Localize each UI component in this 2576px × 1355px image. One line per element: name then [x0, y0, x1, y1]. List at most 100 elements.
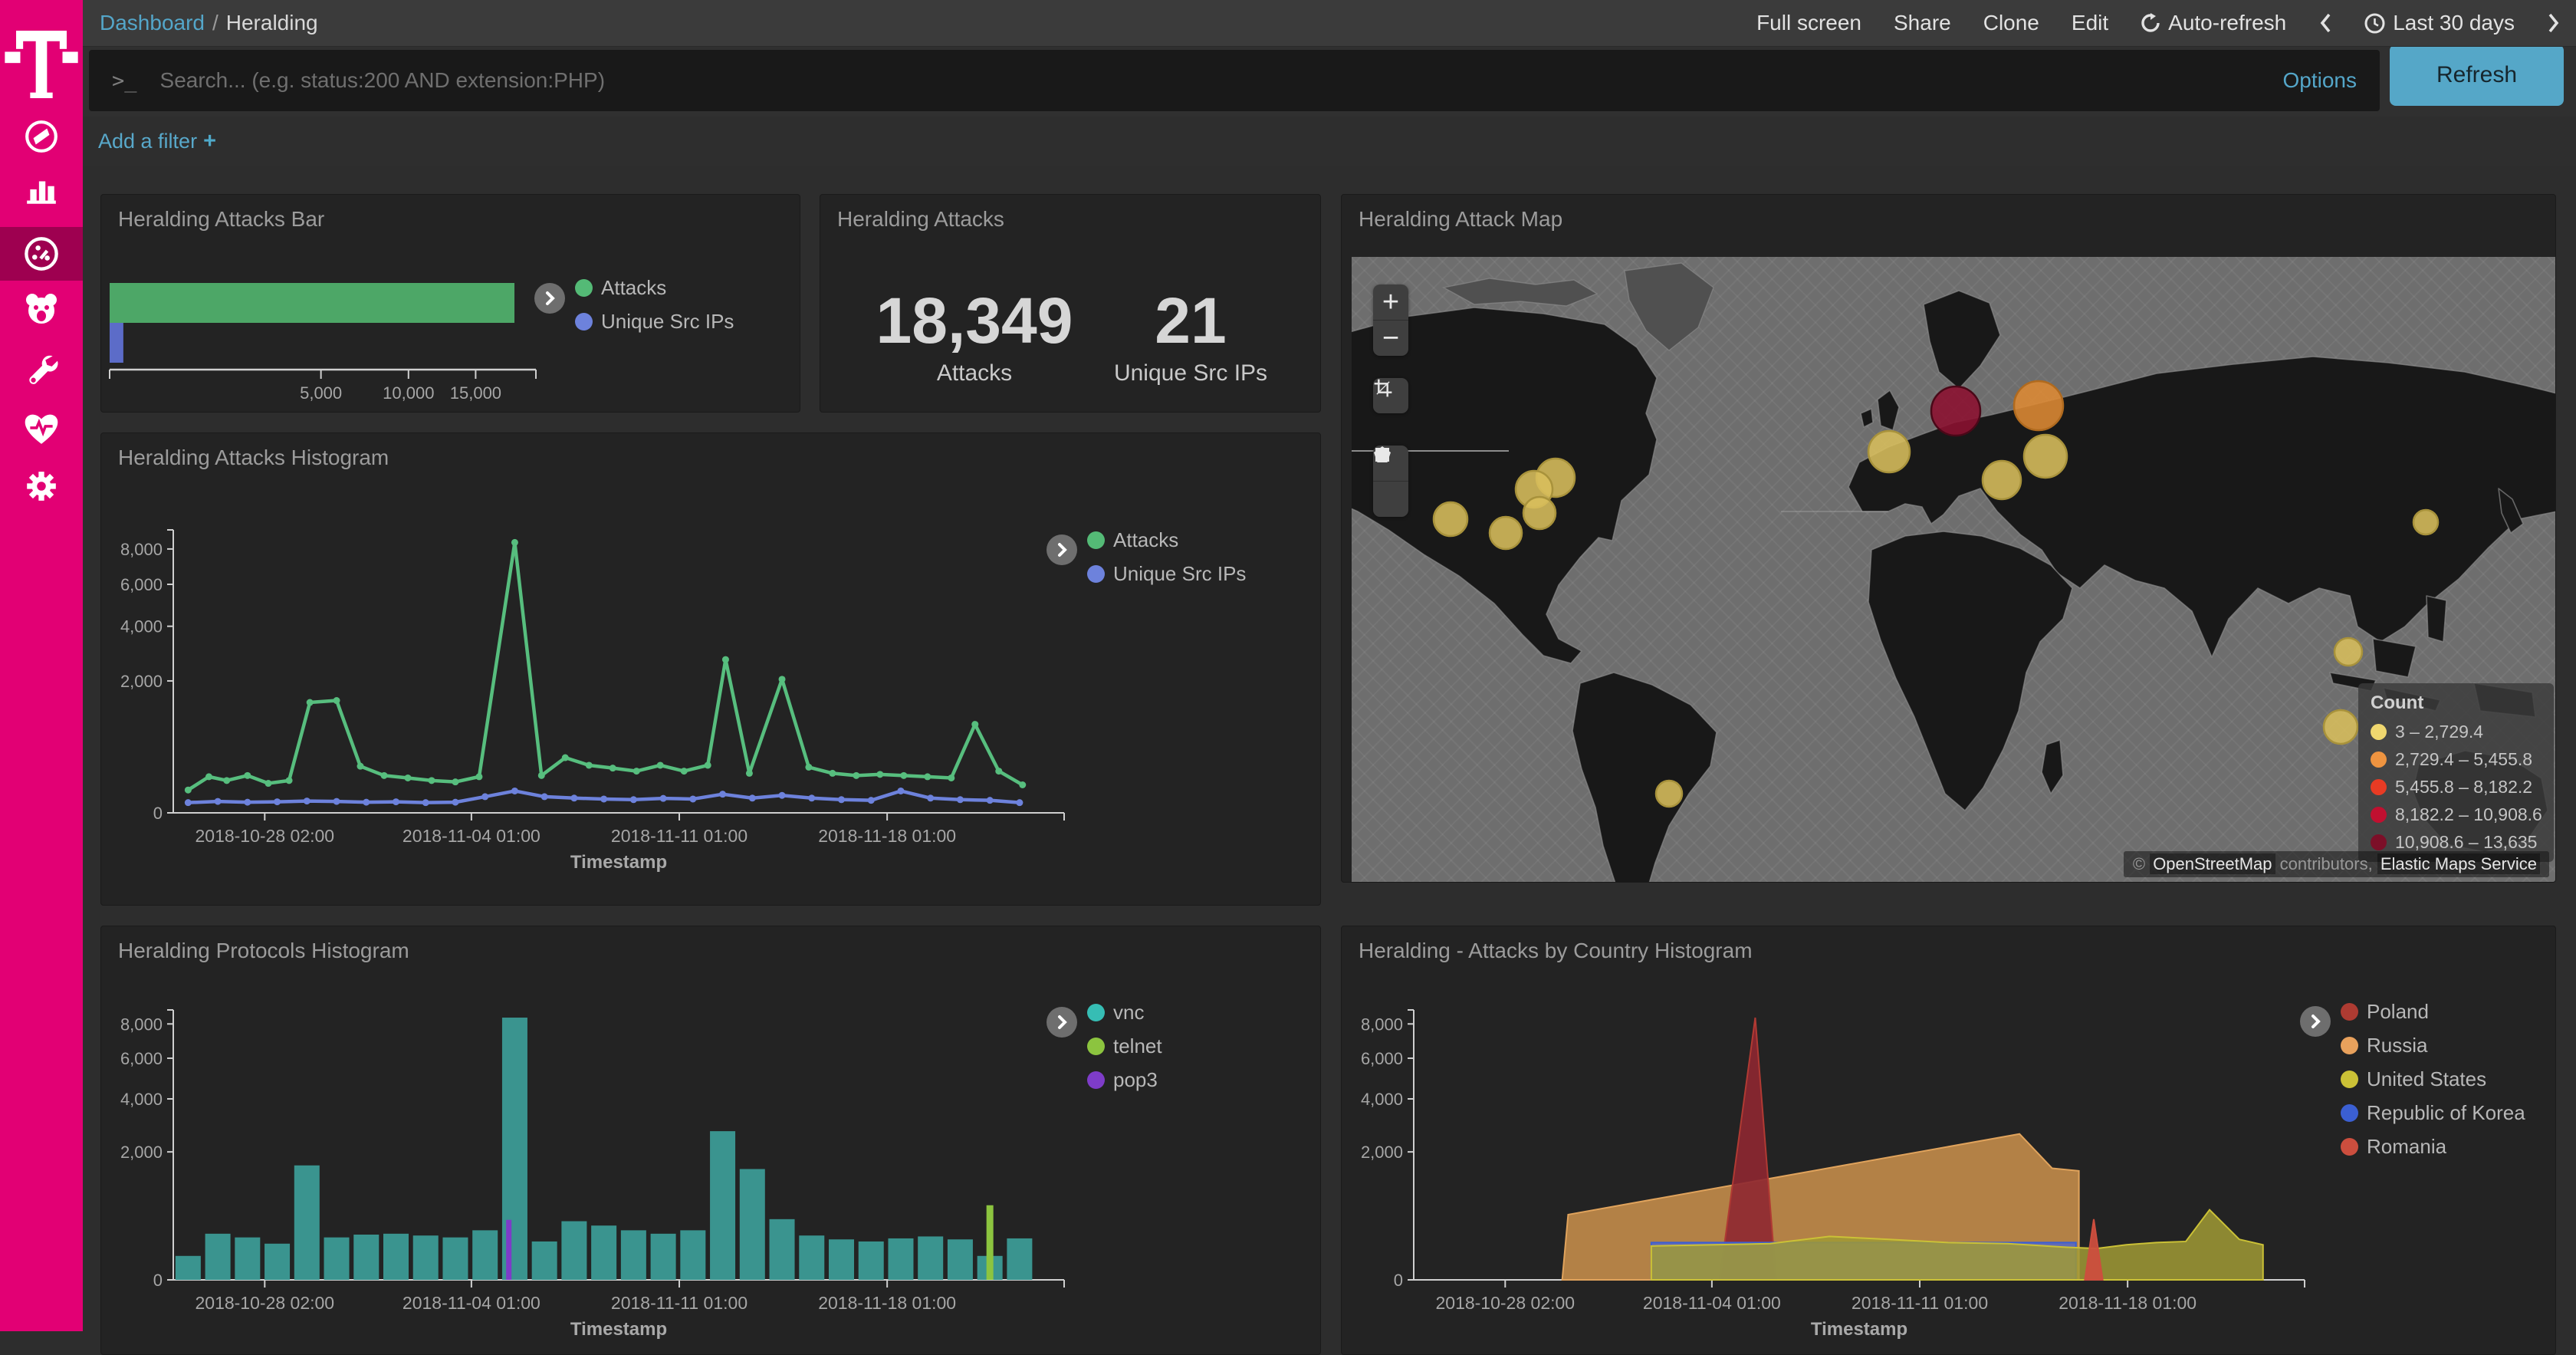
attack-bubble[interactable] — [1523, 497, 1556, 529]
full-screen-button[interactable]: Full screen — [1756, 11, 1861, 35]
attack-bubble[interactable] — [1434, 502, 1467, 536]
attack-bubble[interactable] — [2413, 510, 2438, 534]
svg-text:2,000: 2,000 — [1361, 1143, 1403, 1162]
attack-bubble[interactable] — [1931, 386, 1980, 436]
legend-label: Poland — [2367, 1000, 2429, 1024]
data-point — [223, 777, 230, 784]
sidebar-item-discover[interactable] — [0, 110, 83, 163]
bar — [987, 1205, 994, 1280]
legend-toggle-button[interactable] — [1046, 1007, 1077, 1038]
data-point — [957, 796, 964, 803]
breadcrumb-separator: / — [212, 11, 219, 35]
openstreetmap-link[interactable]: OpenStreetMap — [2150, 853, 2275, 874]
data-point — [264, 780, 271, 787]
sidebar-item-management[interactable] — [0, 460, 83, 512]
svg-text:2018-11-18 01:00: 2018-11-18 01:00 — [818, 1293, 956, 1313]
legend-item[interactable]: Russia — [2341, 1034, 2525, 1057]
attack-bubble[interactable] — [2334, 638, 2362, 666]
bar — [591, 1225, 616, 1280]
legend-toggle-button[interactable] — [2300, 1006, 2331, 1037]
legend-item[interactable]: 5,455.8 – 8,182.2 — [2371, 777, 2542, 798]
attack-bubble[interactable] — [1983, 461, 2021, 499]
sidebar-item-visualize[interactable] — [0, 165, 83, 217]
sidebar-item-dev-tools[interactable] — [0, 342, 83, 394]
breadcrumb-dashboard-link[interactable]: Dashboard — [100, 11, 205, 35]
auto-refresh-button[interactable]: Auto-refresh — [2141, 11, 2286, 35]
search-input[interactable] — [159, 67, 2268, 94]
attacks-line-chart[interactable]: 02,0004,0006,0008,0002018-10-28 02:00201… — [101, 433, 1321, 906]
zoom-out-button[interactable]: − — [1373, 320, 1408, 356]
attack-bubble[interactable] — [1490, 517, 1522, 549]
sidebar-item-monitoring[interactable] — [0, 403, 83, 455]
attack-bubble[interactable] — [2014, 381, 2063, 430]
legend-item[interactable]: pop3 — [1087, 1068, 1162, 1092]
world-map[interactable]: + − Cou — [1352, 257, 2556, 883]
legend-item[interactable]: telnet — [1087, 1034, 1162, 1058]
attack-bubble[interactable] — [1656, 781, 1682, 807]
legend-color-dot — [2371, 807, 2387, 823]
query-options-link[interactable]: Options — [2283, 68, 2358, 93]
legend-item[interactable]: Attacks — [1087, 528, 1246, 552]
map-count-legend: Count 3 – 2,729.42,729.4 – 5,455.85,455.… — [2358, 683, 2554, 862]
data-point — [900, 772, 907, 779]
legend-item[interactable]: 3 – 2,729.4 — [2371, 722, 2542, 742]
clock-icon — [2364, 13, 2385, 34]
svg-text:2,000: 2,000 — [120, 672, 163, 691]
draw-rectangle-button[interactable] — [1373, 481, 1408, 517]
legend-color-dot — [2341, 1138, 2358, 1156]
zoom-in-button[interactable]: + — [1373, 284, 1408, 320]
legend-item[interactable]: Romania — [2341, 1135, 2525, 1159]
attack-bubble[interactable] — [2324, 710, 2358, 744]
legend-item[interactable]: 8,182.2 – 10,908.6 — [2371, 804, 2542, 825]
chevron-right-icon — [2307, 1013, 2324, 1030]
legend-item[interactable]: Unique Src IPs — [575, 310, 734, 334]
legend-item[interactable]: Unique Src IPs — [1087, 562, 1246, 586]
elastic-maps-service-link[interactable]: Elastic Maps Service — [2377, 853, 2540, 874]
edit-button[interactable]: Edit — [2072, 11, 2108, 35]
data-point — [948, 775, 955, 781]
search-box[interactable]: >_ Options — [89, 50, 2380, 111]
refresh-button[interactable]: Refresh — [2390, 44, 2564, 106]
legend-item[interactable]: 10,908.6 – 13,635 — [2371, 832, 2542, 853]
metric-value: 21 — [1076, 285, 1306, 356]
panel-title: Heralding Attacks Histogram — [118, 446, 389, 470]
bar — [383, 1234, 409, 1280]
attack-bubble[interactable] — [2024, 435, 2067, 478]
legend-item[interactable]: Attacks — [575, 276, 734, 300]
clone-button[interactable]: Clone — [1983, 11, 2039, 35]
wrench-icon — [24, 350, 59, 386]
add-filter-button[interactable]: Add a filter+ — [98, 129, 216, 154]
legend-label: Republic of Korea — [2367, 1101, 2525, 1125]
data-point — [705, 761, 711, 768]
bear-icon — [23, 292, 60, 326]
share-button[interactable]: Share — [1894, 11, 1951, 35]
metric-value: 18,349 — [859, 285, 1089, 356]
legend-label: United States — [2367, 1067, 2486, 1091]
refresh-cycle-icon — [2141, 13, 2160, 33]
data-point — [897, 788, 904, 794]
sidebar-item-timelion[interactable] — [0, 283, 83, 335]
protocols-bar-chart[interactable]: 02,0004,0006,0008,0002018-10-28 02:00201… — [101, 926, 1321, 1355]
crop-fit-button[interactable] — [1373, 378, 1408, 413]
svg-text:2018-11-11 01:00: 2018-11-11 01:00 — [611, 826, 748, 846]
legend-item[interactable]: 2,729.4 – 5,455.8 — [2371, 749, 2542, 770]
legend-toggle-button[interactable] — [534, 283, 565, 314]
legend-toggle-button[interactable] — [1046, 534, 1077, 565]
time-range-back-button[interactable] — [2318, 12, 2332, 34]
sidebar-item-dashboard[interactable] — [0, 227, 83, 281]
query-bar: >_ Options Refresh — [83, 46, 2576, 117]
copyright-symbol: © — [2133, 854, 2145, 873]
legend-item[interactable]: United States — [2341, 1067, 2525, 1091]
t-mobile-logo[interactable] — [0, 31, 83, 98]
data-point — [660, 795, 667, 802]
legend-item[interactable]: Republic of Korea — [2341, 1101, 2525, 1125]
panel-attacks-bar: Heralding Attacks Bar 5,00010,00015,000 … — [100, 194, 800, 413]
data-point — [746, 770, 753, 777]
time-range-picker[interactable]: Last 30 days — [2364, 11, 2515, 35]
time-range-forward-button[interactable] — [2547, 12, 2561, 34]
panel-title: Heralding Attacks Bar — [118, 207, 324, 232]
gauge-icon — [23, 235, 60, 272]
attack-bubble[interactable] — [1868, 431, 1910, 472]
legend-item[interactable]: vnc — [1087, 1001, 1162, 1024]
legend-item[interactable]: Poland — [2341, 1000, 2525, 1024]
